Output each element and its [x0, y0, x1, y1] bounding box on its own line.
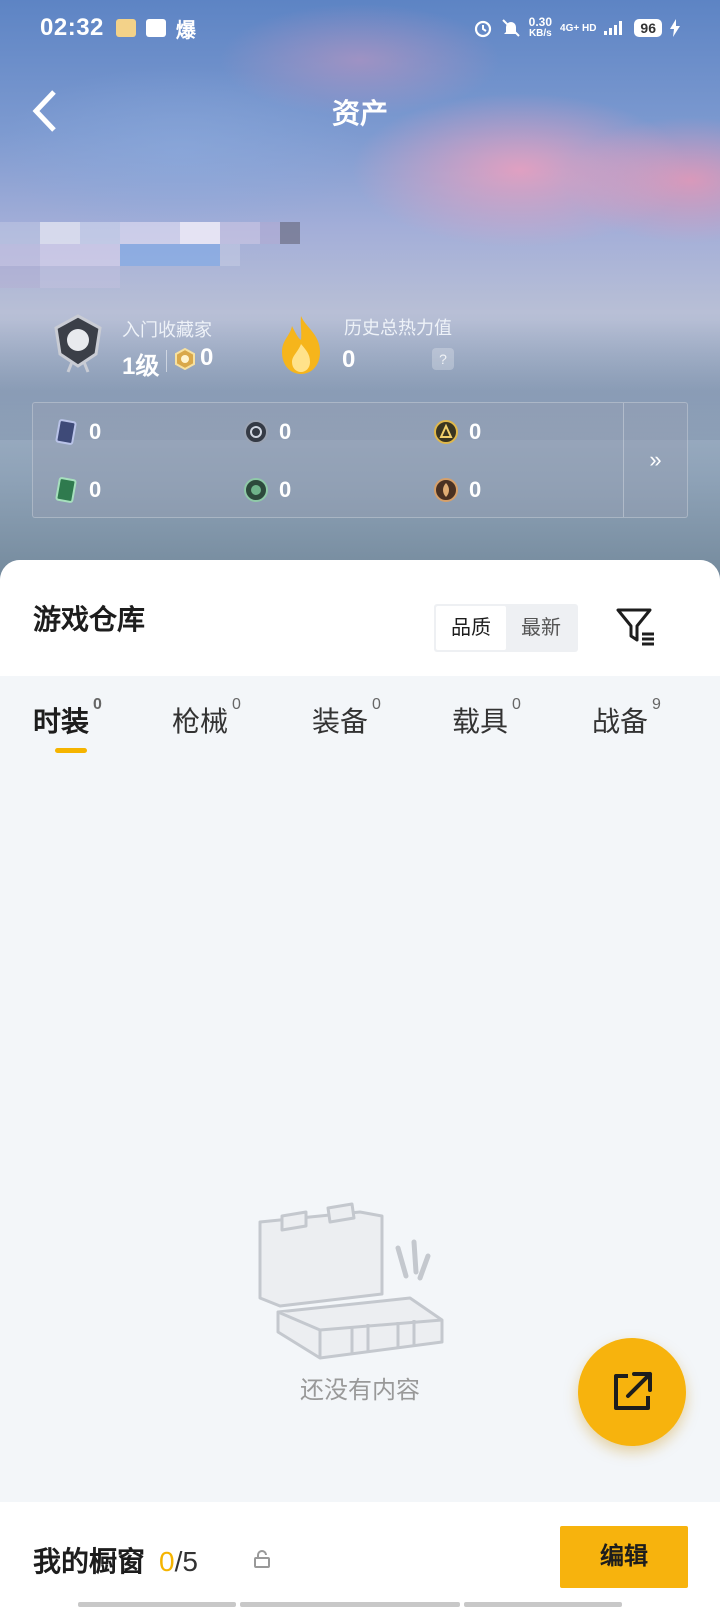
asset-stats-panel: 0 0 0 0 0 0 »: [32, 402, 688, 518]
stat-bronze-coin: 0: [433, 475, 481, 505]
filter-button[interactable]: [614, 604, 658, 648]
active-tab-indicator: [55, 748, 87, 753]
alarm-icon: [474, 20, 491, 38]
showcase-total: /5: [174, 1546, 198, 1577]
stat-green-card: 0: [53, 475, 101, 505]
collector-level[interactable]: 入门收藏家 1级 0: [50, 310, 300, 380]
page-title: 资产: [331, 98, 388, 129]
battery-level: 96: [634, 19, 662, 37]
collector-title: 入门收藏家: [122, 320, 212, 340]
home-indicator: [240, 1602, 460, 1607]
collector-coin-icon: [175, 348, 195, 370]
divider: [166, 350, 167, 372]
tab-supplies[interactable]: 战备9: [592, 696, 661, 740]
warehouse-header: 游戏仓库 品质 最新: [0, 560, 720, 676]
bronze-coin-icon: [434, 478, 458, 502]
stat-value: 0: [469, 419, 482, 444]
showcase-bar: 我的橱窗 0/5 编辑: [0, 1502, 720, 1612]
tab-equipment[interactable]: 装备0: [312, 696, 381, 740]
sort-toggle: 品质 最新: [434, 604, 578, 652]
stat-green-coin: 0: [243, 475, 291, 505]
card-icon: [55, 419, 77, 445]
home-indicator: [464, 1602, 622, 1607]
warehouse-title: 游戏仓库: [33, 604, 146, 635]
collector-badge-icon: [54, 314, 102, 373]
status-time: 02:32: [40, 14, 104, 41]
message-notification-icon: [145, 19, 166, 37]
green-card-icon: [55, 477, 77, 503]
stat-value: 0: [89, 477, 102, 502]
header: 资产: [0, 80, 720, 140]
tab-guns[interactable]: 枪械0: [172, 696, 241, 740]
empty-box-icon: [258, 1202, 444, 1360]
help-icon[interactable]: ?: [432, 348, 454, 370]
sort-quality-option[interactable]: 品质: [436, 606, 506, 650]
heat-label: 历史总热力值: [344, 318, 452, 338]
sort-latest-option[interactable]: 最新: [506, 606, 576, 650]
collector-level-value: 1级: [122, 353, 160, 380]
stat-value: 0: [469, 477, 482, 502]
notification-icons: 爆: [115, 14, 196, 43]
status-bar: 02:32 爆 0.30 KB/s 4G+ HD 96: [0, 0, 720, 56]
mute-icon: [501, 19, 520, 37]
signal-icon: [604, 21, 623, 35]
status-right: 0.30 KB/s 4G+ HD 96: [473, 15, 680, 39]
notification-text: 爆: [175, 19, 196, 42]
category-tabs: 时装0 枪械0 装备0 载具0 战备9: [0, 676, 720, 756]
tab-vehicles[interactable]: 载具0: [452, 696, 521, 740]
blurred-user-info: [0, 222, 300, 288]
external-link-icon: [614, 1372, 652, 1410]
heat-value-number: 0: [342, 346, 356, 373]
showcase-label: 我的橱窗 0/5: [33, 1546, 198, 1577]
lock-icon: [254, 1550, 270, 1568]
warehouse-card: 游戏仓库 品质 最新 时装0 枪械0 装备0 载具0 战备9 还没有内容: [0, 560, 720, 1612]
home-indicator: [78, 1602, 236, 1607]
showcase-current: 0: [159, 1546, 175, 1577]
network-speed: 0.30 KB/s: [528, 15, 553, 39]
collector-coin-value: 0: [200, 344, 214, 371]
heat-value: 历史总热力值 0 ?: [276, 310, 476, 380]
stat-value: 0: [279, 477, 292, 502]
tab-fashion[interactable]: 时装0: [33, 696, 102, 753]
stat-card: 0: [53, 417, 101, 447]
stat-value: 0: [279, 419, 292, 444]
stat-dark-coin: 0: [243, 417, 291, 447]
dark-coin-icon: [244, 420, 268, 444]
more-stats-button[interactable]: »: [623, 403, 687, 517]
network-type: 4G+ HD: [560, 22, 597, 34]
edit-button[interactable]: 编辑: [560, 1526, 688, 1588]
stat-gold-coin: 0: [433, 417, 481, 447]
filter-icon: [616, 608, 654, 646]
gold-coin-icon: [434, 420, 458, 444]
stat-value: 0: [89, 419, 102, 444]
app-notification-icon: [115, 19, 136, 37]
charging-icon: [670, 19, 680, 37]
share-fab-button[interactable]: [578, 1338, 686, 1446]
flame-icon: [282, 316, 320, 374]
green-coin-icon: [244, 478, 268, 502]
